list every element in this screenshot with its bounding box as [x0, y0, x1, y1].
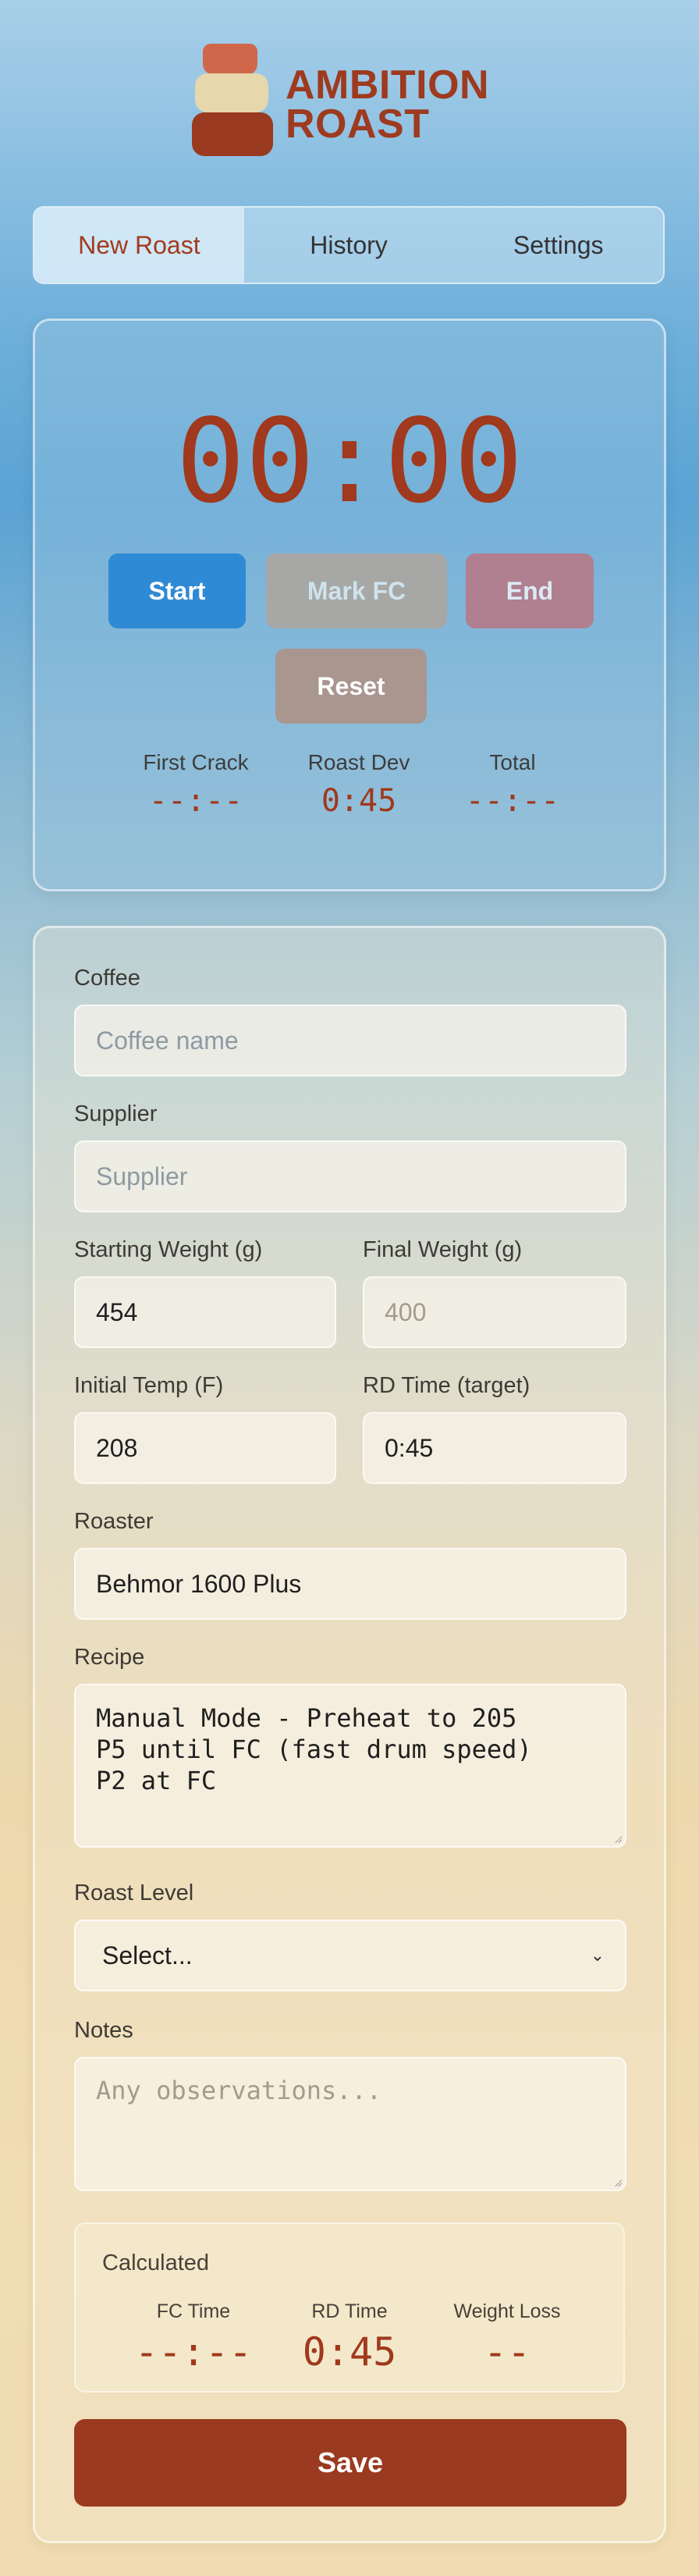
notes-label: Notes [74, 2018, 133, 2043]
first-crack-stat: First Crack --:-- [110, 750, 282, 819]
recipe-text: Manual Mode - Preheat to 205 P5 until FC… [96, 1703, 532, 1795]
calculated-panel: Calculated FC Time --:-- RD Time 0:45 We… [74, 2222, 625, 2393]
mark-fc-button[interactable]: Mark FC [266, 553, 447, 628]
final-weight-label: Final Weight (g) [363, 1237, 523, 1262]
calc-value: -- [483, 2329, 531, 2375]
rd-time-label: RD Time (target) [363, 1373, 530, 1398]
recipe-label: Recipe [74, 1645, 145, 1670]
timer-display: 00:00 [176, 394, 523, 528]
timer-card: 00:00 Start Mark FC End Reset First Crac… [33, 318, 666, 891]
supplier-input[interactable]: Supplier [74, 1140, 626, 1212]
starting-weight-label: Starting Weight (g) [74, 1237, 263, 1262]
roast-level-select[interactable]: Select... ⌄ [74, 1920, 626, 1991]
rd-time-stat: RD Time 0:45 [268, 2300, 431, 2375]
tab-history[interactable]: History [244, 208, 454, 283]
roast-dev-stat: Roast Dev 0:45 [273, 750, 445, 819]
save-button[interactable]: Save [74, 2419, 626, 2507]
app-logo: AMBITION ROAST [192, 44, 520, 161]
notes-placeholder: Any observations... [96, 2076, 382, 2105]
recipe-textarea[interactable]: Manual Mode - Preheat to 205 P5 until FC… [74, 1684, 626, 1848]
supplier-label: Supplier [74, 1101, 158, 1126]
chevron-down-icon: ⌄ [590, 1945, 605, 1965]
rd-time-input[interactable]: 0:45 [363, 1412, 626, 1484]
stat-value: 0:45 [321, 783, 397, 819]
roaster-label: Roaster [74, 1509, 154, 1534]
calc-value: --:-- [134, 2329, 253, 2375]
app-title-line2: ROAST [286, 101, 430, 147]
stat-label: Roast Dev [307, 750, 410, 774]
total-stat: Total --:-- [427, 750, 598, 819]
coffee-bean-stack-icon [192, 44, 273, 159]
resize-handle-icon[interactable] [614, 2179, 622, 2186]
calculated-title: Calculated [102, 2250, 210, 2275]
reset-button[interactable]: Reset [275, 649, 427, 724]
stat-value: --:-- [148, 783, 243, 819]
initial-temp-label: Initial Temp (F) [74, 1373, 224, 1398]
final-weight-input[interactable]: 400 [363, 1276, 626, 1348]
roast-form-card: Coffee Coffee name Supplier Supplier Sta… [33, 926, 666, 2543]
notes-textarea[interactable]: Any observations... [74, 2057, 626, 2191]
tab-new-roast[interactable]: New Roast [34, 208, 244, 283]
stat-value: --:-- [465, 783, 560, 819]
app-title: AMBITION ROAST [286, 62, 490, 147]
calc-label: RD Time [311, 2300, 388, 2322]
stat-label: Total [489, 750, 536, 774]
start-button[interactable]: Start [108, 553, 246, 628]
fc-time-stat: FC Time --:-- [112, 2300, 275, 2375]
tab-settings[interactable]: Settings [453, 208, 663, 283]
calc-label: FC Time [156, 2300, 231, 2322]
stat-label: First Crack [143, 750, 249, 774]
roast-level-selected: Select... [102, 1941, 193, 1969]
weight-loss-stat: Weight Loss -- [425, 2300, 589, 2375]
app-title-line1: AMBITION [286, 62, 490, 108]
coffee-name-input[interactable]: Coffee name [74, 1005, 626, 1076]
calc-value: 0:45 [302, 2329, 397, 2375]
resize-handle-icon[interactable] [614, 1835, 622, 1843]
initial-temp-input[interactable]: 208 [74, 1412, 336, 1484]
roast-level-label: Roast Level [74, 1880, 194, 1905]
starting-weight-input[interactable]: 454 [74, 1276, 336, 1348]
coffee-label: Coffee [74, 966, 140, 991]
tab-bar: New Roast History Settings [33, 206, 665, 284]
end-button[interactable]: End [466, 553, 594, 628]
calc-label: Weight Loss [453, 2300, 561, 2322]
roaster-input[interactable]: Behmor 1600 Plus [74, 1548, 626, 1620]
